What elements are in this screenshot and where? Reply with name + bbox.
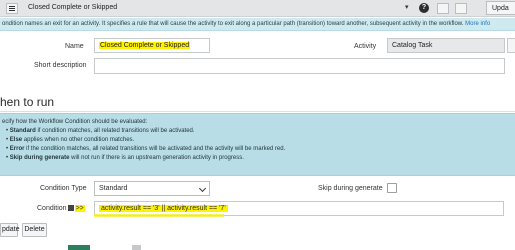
condition-type-value: Standard (99, 185, 128, 192)
help-item: • Standard if condition matches, all rel… (6, 128, 195, 134)
help-icon[interactable]: ? (419, 3, 429, 13)
info-banner: ondition names an exit for an activity. … (0, 18, 515, 31)
help-term: Error (9, 146, 25, 152)
name-field[interactable]: Closed Complete or Skipped (94, 38, 210, 53)
condition-type-select[interactable]: Standard (94, 181, 210, 196)
short-description-label: Short description (34, 62, 87, 69)
activity-value: Catalog Task (392, 42, 433, 49)
info-text: ondition names an exit for an activity. … (2, 21, 464, 27)
help-list: • Standard if condition matches, all rel… (6, 127, 285, 163)
skip-during-generate-label: Skip during generate (318, 185, 383, 192)
name-label: Name (65, 43, 84, 50)
form-title: Closed Complete or Skipped (28, 4, 118, 11)
update-header-button[interactable]: Upda (486, 1, 515, 15)
help-intro: ecify how the Workflow Condition should … (2, 119, 148, 125)
condition-label: Condition >> (37, 205, 85, 212)
condition-expand-icon[interactable]: >> (74, 205, 85, 212)
help-term: Skip during generate (9, 155, 70, 161)
script-icon[interactable] (67, 205, 74, 212)
help-term: Standard (9, 128, 36, 134)
help-item: • Else applies when no other condition m… (6, 137, 135, 143)
skip-during-generate-checkbox[interactable] (387, 183, 397, 193)
activity-label: Activity (354, 43, 377, 50)
condition-label-text: Condition (37, 205, 67, 212)
attachment-icon[interactable]: ▾ (405, 4, 413, 12)
help-term: Else (9, 137, 23, 143)
section-divider (0, 111, 515, 112)
help-text: if condition matches, all related transi… (35, 128, 195, 134)
condition-value: activity.result == '3' || activity.resul… (99, 205, 228, 212)
section-title: hen to run (0, 95, 55, 109)
footer-tab[interactable] (132, 245, 141, 250)
help-text: applies when no other condition matches. (22, 137, 135, 143)
highlight-mark (94, 214, 224, 217)
more-options-icon[interactable] (437, 3, 449, 14)
help-panel: ecify how the Workflow Condition should … (0, 113, 515, 176)
name-value: Closed Complete or Skipped (99, 42, 191, 49)
delete-button[interactable]: Delete (22, 223, 47, 237)
help-item: • Skip during generate will not run if t… (6, 155, 244, 161)
help-item: • Error if the condition matches, all re… (6, 146, 286, 152)
more-info-link[interactable]: More info (465, 21, 490, 27)
condition-type-label: Condition Type (40, 185, 87, 192)
footer-tab[interactable] (68, 245, 90, 250)
context-menu-icon[interactable] (455, 3, 467, 14)
footer-strip (0, 245, 515, 250)
help-text: if the condition matches, all related tr… (24, 146, 286, 152)
activity-field: Catalog Task (387, 38, 505, 53)
form-header: Closed Complete or Skipped ▾ ? Upda (0, 0, 515, 17)
chevron-down-icon (198, 184, 207, 193)
help-text: will not run if there is an upstream gen… (69, 155, 244, 161)
activity-lookup-icon[interactable] (507, 38, 515, 53)
update-button[interactable]: pdate (0, 223, 20, 237)
hamburger-menu-icon[interactable] (6, 3, 18, 14)
short-description-field[interactable] (94, 58, 505, 74)
